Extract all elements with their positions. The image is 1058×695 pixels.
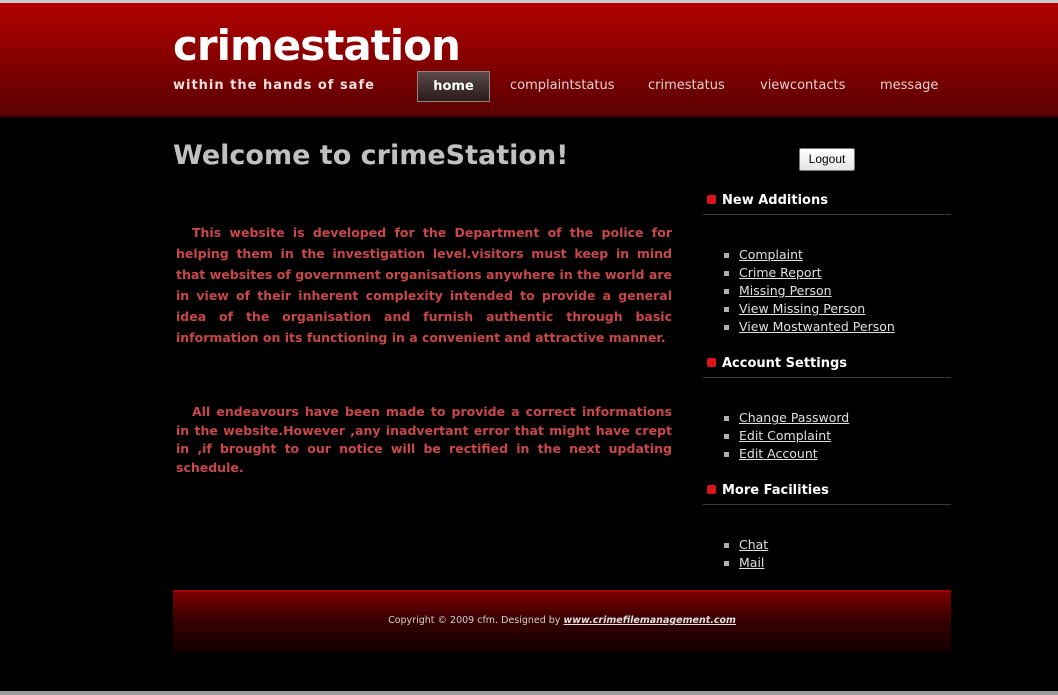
divider (703, 214, 951, 215)
link-label[interactable]: Edit Account (739, 446, 818, 461)
disclaimer-paragraph: All endeavours have been made to provide… (176, 404, 672, 475)
link-label[interactable]: Crime Report (739, 265, 822, 280)
site-logo[interactable]: crimestation (173, 21, 461, 70)
designer-link[interactable]: www.crimefilemanagement.com (563, 615, 735, 626)
nav-home[interactable]: home (417, 71, 490, 102)
link-label[interactable]: Mail (739, 555, 764, 570)
link-change-password[interactable]: Change Password (724, 409, 849, 427)
link-crime-report[interactable]: Crime Report (724, 264, 895, 282)
divider (703, 377, 951, 378)
red-bullet-icon (707, 195, 716, 204)
link-label[interactable]: Edit Complaint (739, 428, 831, 443)
link-label[interactable]: Chat (739, 537, 768, 552)
site-tagline: within the hands of safe (173, 78, 375, 93)
link-edit-complaint[interactable]: Edit Complaint (724, 427, 849, 445)
nav-crimestatus[interactable]: crimestatus (648, 71, 725, 100)
nav-message[interactable]: message (880, 71, 938, 100)
red-bullet-icon (707, 358, 716, 367)
section-heading-more-facilities: More Facilities (707, 483, 951, 498)
link-label[interactable]: Complaint (739, 247, 803, 262)
more-facilities-list: Chat Mail (724, 536, 768, 572)
window-bottom-border (0, 691, 1058, 695)
copyright-label: Copyright © 2009 cfm. Designed by (388, 615, 564, 626)
section-heading-new-additions: New Additions (707, 193, 951, 208)
link-label[interactable]: Missing Person (739, 283, 832, 298)
divider (703, 504, 951, 505)
site-header: crimestation within the hands of safe ho… (0, 3, 1058, 118)
link-view-missing-person[interactable]: View Missing Person (724, 300, 895, 318)
account-settings-list: Change Password Edit Complaint Edit Acco… (724, 409, 849, 463)
section-heading-label: Account Settings (722, 356, 848, 371)
new-additions-list: Complaint Crime Report Missing Person Vi… (724, 246, 895, 336)
link-complaint[interactable]: Complaint (724, 246, 895, 264)
link-edit-account[interactable]: Edit Account (724, 445, 849, 463)
link-label[interactable]: View Mostwanted Person (739, 319, 895, 334)
link-label[interactable]: View Missing Person (739, 301, 865, 316)
section-heading-label: New Additions (722, 193, 828, 208)
copyright-text: Copyright © 2009 cfm. Designed by www.cr… (173, 615, 951, 626)
intro-paragraph: This website is developed for the Depart… (176, 225, 672, 345)
logout-button[interactable]: Logout (799, 148, 855, 171)
link-chat[interactable]: Chat (724, 536, 768, 554)
link-missing-person[interactable]: Missing Person (724, 282, 895, 300)
red-bullet-icon (707, 485, 716, 494)
link-mail[interactable]: Mail (724, 554, 768, 572)
site-footer: Copyright © 2009 cfm. Designed by www.cr… (173, 590, 951, 652)
section-heading-account-settings: Account Settings (707, 356, 951, 371)
nav-viewcontacts[interactable]: viewcontacts (760, 71, 845, 100)
link-label[interactable]: Change Password (739, 410, 849, 425)
link-view-mostwanted-person[interactable]: View Mostwanted Person (724, 318, 895, 336)
section-heading-label: More Facilities (722, 483, 829, 498)
nav-complaintstatus[interactable]: complaintstatus (510, 71, 615, 100)
page-title: Welcome to crimeStation! (173, 140, 569, 171)
